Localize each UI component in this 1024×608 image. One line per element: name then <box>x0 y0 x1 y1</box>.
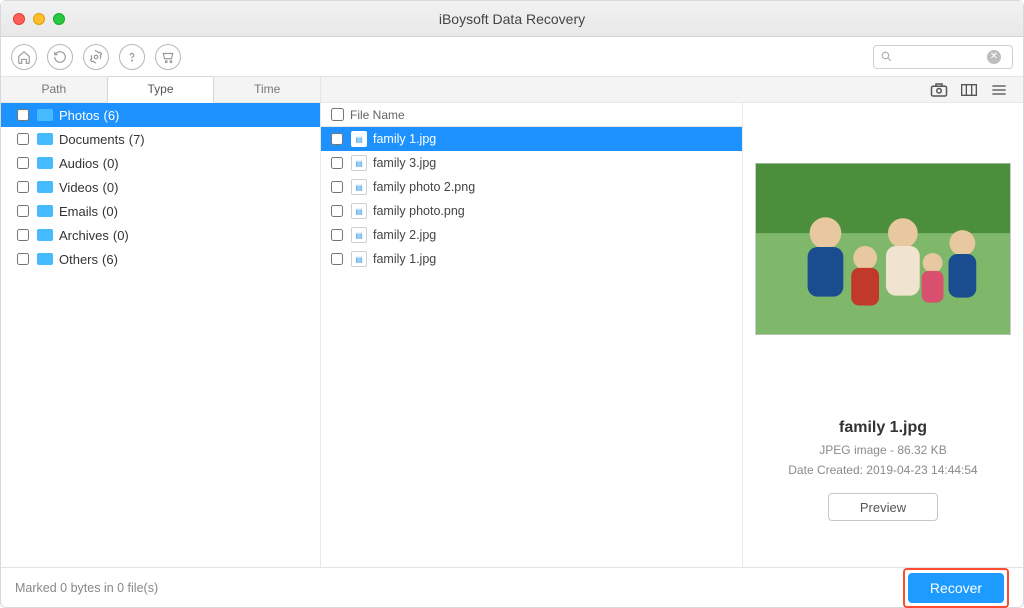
file-icon: ▤ <box>351 203 367 219</box>
tabs-row: Path Type Time <box>1 77 1023 103</box>
home-icon[interactable] <box>11 44 37 70</box>
window-title: iBoysoft Data Recovery <box>1 11 1023 27</box>
category-count: (7) <box>129 132 145 147</box>
file-row[interactable]: ▤ family 1.jpg <box>321 247 742 271</box>
app-window: iBoysoft Data Recovery ✕ <box>0 0 1024 608</box>
category-checkbox[interactable] <box>17 133 29 145</box>
file-icon: ▤ <box>351 227 367 243</box>
file-checkbox[interactable] <box>331 253 343 265</box>
sidebar-item-audios[interactable]: Audios (0) <box>1 151 320 175</box>
list-icon[interactable] <box>989 81 1009 99</box>
footer: Marked 0 bytes in 0 file(s) Recover <box>1 567 1023 607</box>
cart-icon[interactable] <box>155 44 181 70</box>
file-list-header-label: File Name <box>350 108 405 122</box>
category-label: Audios <box>59 156 99 171</box>
title-bar: iBoysoft Data Recovery <box>1 1 1023 37</box>
recover-highlight: Recover <box>903 568 1009 608</box>
file-checkbox[interactable] <box>331 205 343 217</box>
preview-thumbnail <box>755 163 1011 335</box>
file-checkbox[interactable] <box>331 157 343 169</box>
tab-time[interactable]: Time <box>214 77 320 103</box>
category-count: (6) <box>103 108 119 123</box>
folder-icon <box>37 181 53 193</box>
file-icon: ▤ <box>351 131 367 147</box>
folder-icon <box>37 229 53 241</box>
search-input[interactable] <box>897 50 987 64</box>
sidebar-item-documents[interactable]: Documents (7) <box>1 127 320 151</box>
main-body: Photos (6)Documents (7)Audios (0)Videos … <box>1 103 1023 567</box>
refresh-icon[interactable] <box>47 44 73 70</box>
category-label: Videos <box>59 180 99 195</box>
file-name: family 1.jpg <box>373 132 436 146</box>
file-row[interactable]: ▤ family 1.jpg <box>321 127 742 151</box>
file-name: family 1.jpg <box>373 252 436 266</box>
preview-file-type-size: JPEG image - 86.32 KB <box>819 443 946 457</box>
category-count: (0) <box>103 180 119 195</box>
settings-icon[interactable] <box>83 44 109 70</box>
file-icon: ▤ <box>351 251 367 267</box>
view-mode-icons <box>929 81 1023 99</box>
file-row[interactable]: ▤ family 2.jpg <box>321 223 742 247</box>
preview-date-created: Date Created: 2019-04-23 14:44:54 <box>788 463 977 477</box>
file-row[interactable]: ▤ family 3.jpg <box>321 151 742 175</box>
file-name: family photo 2.png <box>373 180 475 194</box>
view-tabs: Path Type Time <box>1 77 321 103</box>
folder-icon <box>37 109 53 121</box>
file-list-pane: File Name ▤ family 1.jpg ▤ family 3.jpg ▤ fam… <box>321 103 743 567</box>
search-icon <box>880 50 893 63</box>
tab-path[interactable]: Path <box>1 77 107 103</box>
help-icon[interactable] <box>119 44 145 70</box>
category-checkbox[interactable] <box>17 253 29 265</box>
category-checkbox[interactable] <box>17 181 29 193</box>
category-count: (6) <box>102 252 118 267</box>
sidebar-item-photos[interactable]: Photos (6) <box>1 103 320 127</box>
folder-icon <box>37 133 53 145</box>
file-row[interactable]: ▤ family photo 2.png <box>321 175 742 199</box>
file-icon: ▤ <box>351 155 367 171</box>
file-list-header[interactable]: File Name <box>321 103 742 127</box>
file-checkbox[interactable] <box>331 181 343 193</box>
file-name: family 3.jpg <box>373 156 436 170</box>
category-checkbox[interactable] <box>17 205 29 217</box>
category-checkbox[interactable] <box>17 109 29 121</box>
category-count: (0) <box>103 156 119 171</box>
columns-icon[interactable] <box>959 81 979 99</box>
category-label: Archives <box>59 228 109 243</box>
sidebar-item-emails[interactable]: Emails (0) <box>1 199 320 223</box>
folder-icon <box>37 205 53 217</box>
tab-type[interactable]: Type <box>107 76 215 103</box>
sidebar-item-videos[interactable]: Videos (0) <box>1 175 320 199</box>
file-icon: ▤ <box>351 179 367 195</box>
preview-button[interactable]: Preview <box>828 493 938 521</box>
category-label: Emails <box>59 204 98 219</box>
preview-pane: family 1.jpg JPEG image - 86.32 KB Date … <box>743 103 1023 567</box>
category-label: Documents <box>59 132 125 147</box>
category-label: Others <box>59 252 98 267</box>
category-count: (0) <box>113 228 129 243</box>
category-checkbox[interactable] <box>17 157 29 169</box>
sidebar-item-others[interactable]: Others (6) <box>1 247 320 271</box>
camera-icon[interactable] <box>929 81 949 99</box>
category-checkbox[interactable] <box>17 229 29 241</box>
folder-icon <box>37 253 53 265</box>
select-all-checkbox[interactable] <box>331 108 344 121</box>
recover-button[interactable]: Recover <box>908 573 1004 603</box>
toolbar: ✕ <box>1 37 1023 77</box>
search-box[interactable]: ✕ <box>873 45 1013 69</box>
category-sidebar: Photos (6)Documents (7)Audios (0)Videos … <box>1 103 321 567</box>
clear-search-icon[interactable]: ✕ <box>987 50 1001 64</box>
folder-icon <box>37 157 53 169</box>
preview-filename: family 1.jpg <box>839 419 927 437</box>
toolbar-icons <box>11 44 181 70</box>
sidebar-item-archives[interactable]: Archives (0) <box>1 223 320 247</box>
file-checkbox[interactable] <box>331 133 343 145</box>
category-count: (0) <box>102 204 118 219</box>
file-checkbox[interactable] <box>331 229 343 241</box>
category-label: Photos <box>59 108 99 123</box>
selection-status: Marked 0 bytes in 0 file(s) <box>15 581 158 595</box>
file-row[interactable]: ▤ family photo.png <box>321 199 742 223</box>
file-name: family 2.jpg <box>373 228 436 242</box>
family-photo-placeholder <box>756 163 1010 335</box>
file-name: family photo.png <box>373 204 465 218</box>
